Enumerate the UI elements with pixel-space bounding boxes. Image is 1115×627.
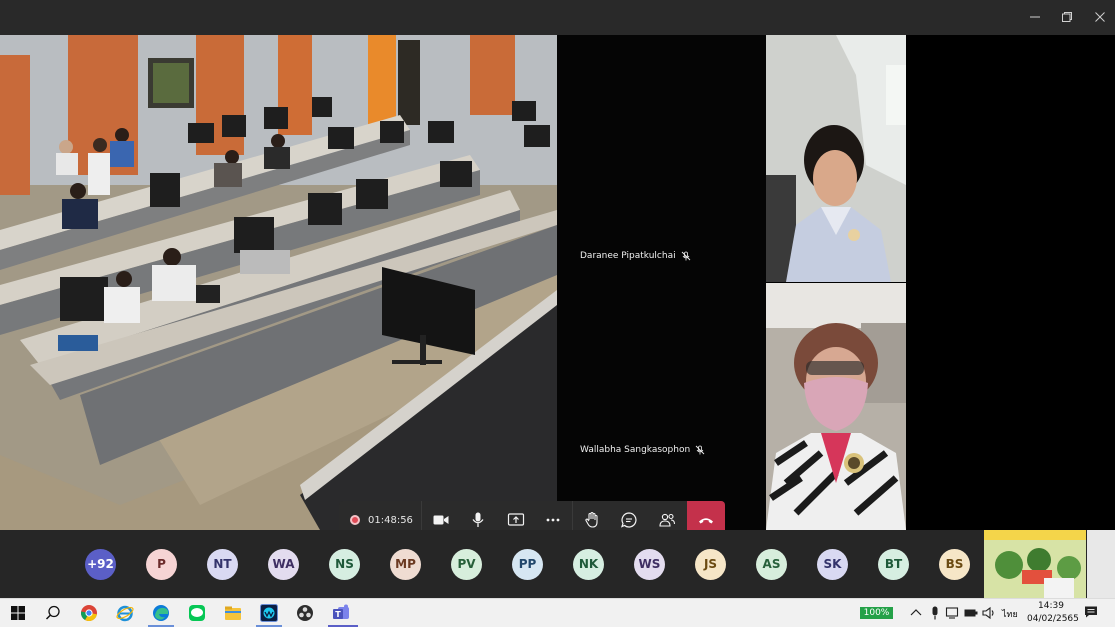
teams-icon[interactable]: T [331, 603, 351, 623]
mic-muted-icon [681, 251, 690, 261]
participant-avatar[interactable]: WS [634, 549, 665, 580]
room-scene [0, 35, 557, 530]
close-icon[interactable] [1086, 5, 1114, 29]
microphone-icon [472, 512, 484, 527]
battery-badge: 100% [860, 607, 893, 619]
share-screen-icon [507, 513, 524, 526]
participant-name: Wallabha Sangkasophon [580, 445, 691, 455]
search-icon[interactable] [43, 603, 63, 623]
participant-name: Daranee Pipatkulchai [580, 251, 676, 261]
participant-avatar[interactable]: SK [817, 549, 848, 580]
internet-explorer-icon[interactable] [115, 603, 135, 623]
volume-icon[interactable] [981, 605, 997, 621]
participant-name-label: Daranee Pipatkulchai [580, 251, 691, 261]
mic-muted-icon [695, 445, 705, 455]
participant-avatar[interactable]: NT [207, 549, 238, 580]
participant-thumbnail-video[interactable] [1087, 530, 1115, 598]
participant-avatar[interactable]: MP [390, 549, 421, 580]
thumbnail-image [984, 530, 1086, 598]
participant-thumbnail-video[interactable] [984, 530, 1086, 598]
participant-avatar[interactable]: NK [573, 549, 604, 580]
line-icon[interactable] [187, 603, 207, 623]
participant-avatar[interactable]: BS [939, 549, 970, 580]
edge-icon[interactable] [151, 603, 171, 623]
minimize-icon[interactable] [1021, 5, 1049, 29]
restore-icon[interactable] [1053, 5, 1081, 29]
microphone-tray-icon[interactable] [928, 605, 942, 621]
windows-start-icon[interactable] [8, 603, 28, 623]
more-icon [546, 518, 560, 522]
participant-avatar[interactable]: PV [451, 549, 482, 580]
video-stage: Daranee Pipatkulchai Wallabha Sangkasoph… [0, 35, 1115, 539]
participant-video-wallabha [766, 283, 906, 530]
chrome-icon[interactable] [79, 603, 99, 623]
windows-taskbar: T 100% ไทย 14:39 04/02/2565 [0, 598, 1115, 627]
meeting-timer: 01:48:56 [368, 514, 413, 526]
webcam-image [766, 283, 906, 530]
participant-avatar[interactable]: AS [756, 549, 787, 580]
network-icon[interactable] [945, 605, 961, 621]
obs-icon[interactable] [295, 603, 315, 623]
room-video-feed [0, 35, 557, 530]
hang-up-icon [699, 518, 713, 524]
participant-name-label: Wallabha Sangkasophon [580, 445, 705, 455]
participant-avatar[interactable]: P [146, 549, 177, 580]
participant-avatar[interactable]: BT [878, 549, 909, 580]
participant-avatar[interactable]: WA [268, 549, 299, 580]
camera-icon [433, 515, 449, 525]
webcam-image [766, 35, 906, 282]
recording-dot-icon [350, 515, 360, 525]
teams-meeting-window: Daranee Pipatkulchai Wallabha Sangkasoph… [0, 0, 1115, 627]
chat-icon [621, 512, 637, 528]
file-explorer-icon[interactable] [223, 603, 243, 623]
clock-date[interactable]: 04/02/2565 [1027, 614, 1079, 624]
participants-strip: +92 P NT WA NS MP PV PP NK WS JS AS SK BT BS [0, 530, 1115, 598]
notifications-icon[interactable] [1083, 604, 1099, 620]
show-hidden-icons[interactable] [908, 605, 924, 621]
participant-avatar[interactable]: JS [695, 549, 726, 580]
empty-stage-area [906, 35, 1115, 530]
webex-icon[interactable] [259, 603, 279, 623]
battery-icon[interactable] [963, 605, 979, 621]
input-language[interactable]: ไทย [1002, 607, 1018, 621]
participant-video-daranee [766, 35, 906, 282]
title-bar [0, 0, 1115, 35]
people-icon [659, 513, 675, 527]
svg-text:T: T [335, 610, 341, 619]
raise-hand-icon [585, 511, 598, 528]
participant-tile-daranee: Daranee Pipatkulchai Wallabha Sangkasoph… [557, 35, 766, 530]
participant-avatar[interactable]: PP [512, 549, 543, 580]
overflow-participants-badge[interactable]: +92 [85, 549, 116, 580]
participant-avatar[interactable]: NS [329, 549, 360, 580]
clock-time[interactable]: 14:39 [1038, 601, 1064, 611]
